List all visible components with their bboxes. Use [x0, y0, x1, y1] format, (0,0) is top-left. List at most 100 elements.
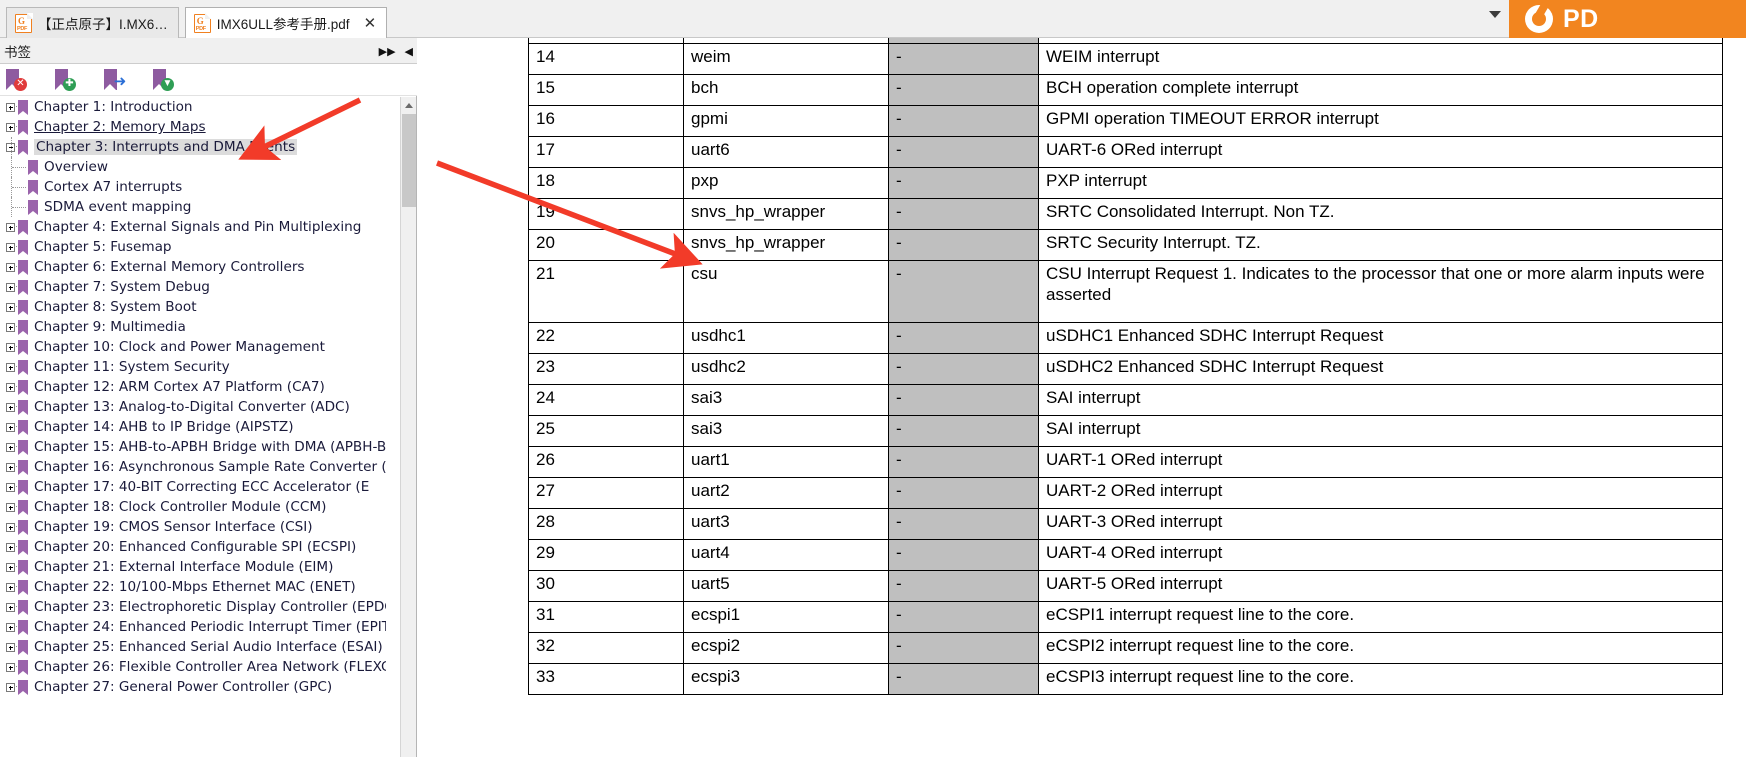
- expand-icon[interactable]: [3, 637, 19, 657]
- table-cell-dma: -: [888, 446, 1039, 478]
- bookmark-flag-icon: [18, 259, 28, 275]
- bookmark-item-26[interactable]: Chapter 24: Enhanced Periodic Interrupt …: [0, 617, 386, 637]
- table-cell-desc: WEIM interrupt: [1038, 43, 1723, 75]
- expand-icon[interactable]: [3, 597, 19, 617]
- expand-icon[interactable]: [3, 577, 19, 597]
- bookmark-item-29[interactable]: Chapter 27: General Power Controller (GP…: [0, 677, 386, 697]
- bookmark-flag-icon: [18, 119, 28, 135]
- bookmark-item-21[interactable]: Chapter 19: CMOS Sensor Interface (CSI): [0, 517, 386, 537]
- expand-icon[interactable]: [3, 117, 19, 137]
- bookmark-flag-icon: [18, 319, 28, 335]
- expand-icon[interactable]: [3, 497, 19, 517]
- bookmark-flag-icon: [18, 499, 28, 515]
- bookmark-flag-icon: [18, 639, 28, 655]
- bookmark-item-4[interactable]: Cortex A7 interrupts: [0, 177, 386, 197]
- expand-icon[interactable]: [3, 677, 19, 697]
- bookmark-item-14[interactable]: Chapter 12: ARM Cortex A7 Platform (CA7): [0, 377, 386, 397]
- table-cell-dma: -: [888, 229, 1039, 261]
- bookmark-item-16[interactable]: Chapter 14: AHB to IP Bridge (AIPSTZ): [0, 417, 386, 437]
- table-cell-irq: 25: [528, 415, 684, 447]
- expand-icon[interactable]: [3, 557, 19, 577]
- bookmark-item-18[interactable]: Chapter 16: Asynchronous Sample Rate Con…: [0, 457, 386, 477]
- bookmark-item-10[interactable]: Chapter 8: System Boot: [0, 297, 386, 317]
- expand-icon[interactable]: [3, 617, 19, 637]
- scrollbar-thumb[interactable]: [402, 114, 416, 207]
- expand-icon[interactable]: [3, 357, 19, 377]
- tree-guide-branch: [12, 167, 26, 168]
- expand-icon[interactable]: [3, 277, 19, 297]
- bookmark-item-25[interactable]: Chapter 23: Electrophoretic Display Cont…: [0, 597, 386, 617]
- expand-icon[interactable]: [3, 657, 19, 677]
- bookmark-item-12[interactable]: Chapter 10: Clock and Power Management: [0, 337, 386, 357]
- expand-icon[interactable]: [3, 457, 19, 477]
- bookmark-item-1[interactable]: Chapter 2: Memory Maps: [0, 117, 386, 137]
- table-row: 26 uart1- UART-1 ORed interrupt: [528, 446, 1723, 478]
- bookmark-item-15[interactable]: Chapter 13: Analog-to-Digital Converter …: [0, 397, 386, 417]
- table-cell-source: uart2: [683, 477, 889, 509]
- bookmark-item-label: Chapter 6: External Memory Controllers: [34, 259, 305, 275]
- bookmark-item-label: Chapter 22: 10/100-Mbps Ethernet MAC (EN…: [34, 579, 356, 595]
- bookmark-item-8[interactable]: Chapter 6: External Memory Controllers: [0, 257, 386, 277]
- bookmark-item-28[interactable]: Chapter 26: Flexible Controller Area Net…: [0, 657, 386, 677]
- bookmark-item-3[interactable]: Overview: [0, 157, 386, 177]
- expand-icon[interactable]: [3, 317, 19, 337]
- chevron-down-icon[interactable]: [1489, 11, 1501, 18]
- document-viewer[interactable]: 14 weim - WEIM interrupt 15 bch - BCH operation…: [418, 38, 1746, 757]
- expand-icon[interactable]: [3, 437, 19, 457]
- table-cell-desc: eCSPI1 interrupt request line to the cor…: [1038, 601, 1723, 633]
- bookmark-item-5[interactable]: SDMA event mapping: [0, 197, 386, 217]
- expand-icon[interactable]: [3, 397, 19, 417]
- expand-icon[interactable]: [3, 337, 19, 357]
- bookmark-item-22[interactable]: Chapter 20: Enhanced Configurable SPI (E…: [0, 537, 386, 557]
- tab-bar: G PDF 【正点原子】I.MX6… G PDF IMX6ULL参考手册.pdf ✕…: [0, 0, 1746, 38]
- bookmark-item-13[interactable]: Chapter 11: System Security: [0, 357, 386, 377]
- delete-bookmark-button[interactable]: ✕: [4, 68, 28, 92]
- tree-guide-branch: [12, 187, 26, 188]
- close-icon[interactable]: ✕: [364, 16, 377, 31]
- expand-panel-button[interactable]: ▶▶: [379, 46, 396, 57]
- bookmark-item-17[interactable]: Chapter 15: AHB-to-APBH Bridge with DMA …: [0, 437, 386, 457]
- table-cell-dma: -: [888, 198, 1039, 230]
- goto-bookmark-button[interactable]: ➜: [102, 68, 126, 92]
- scroll-up-icon[interactable]: [401, 97, 416, 113]
- bookmark-item-11[interactable]: Chapter 9: Multimedia: [0, 317, 386, 337]
- bookmark-item-label: Chapter 19: CMOS Sensor Interface (CSI): [34, 519, 313, 535]
- expand-icon[interactable]: [3, 537, 19, 557]
- table-row: 17 uart6- UART-6 ORed interrupt: [528, 136, 1723, 168]
- expand-icon[interactable]: [3, 417, 19, 437]
- table-row: 25 sai3- SAI interrupt: [528, 415, 1723, 447]
- expand-icon[interactable]: [3, 237, 19, 257]
- tab-0[interactable]: G PDF 【正点原子】I.MX6…: [6, 7, 179, 38]
- expand-icon[interactable]: [3, 477, 19, 497]
- expand-bookmarks-button[interactable]: ▼: [151, 68, 175, 92]
- bookmark-item-7[interactable]: Chapter 5: Fusemap: [0, 237, 386, 257]
- bookmark-item-19[interactable]: Chapter 17: 40-BIT Correcting ECC Accele…: [0, 477, 386, 497]
- bookmark-tree[interactable]: Chapter 1: Introduction Chapter 2: Memory…: [0, 97, 386, 757]
- table-cell-irq: 19: [528, 198, 684, 230]
- bookmark-item-24[interactable]: Chapter 22: 10/100-Mbps Ethernet MAC (EN…: [0, 577, 386, 597]
- table-cell-desc: UART-2 ORed interrupt: [1038, 477, 1723, 509]
- tab-1[interactable]: G PDF IMX6ULL参考手册.pdf ✕: [184, 7, 388, 38]
- expand-icon[interactable]: [3, 377, 19, 397]
- bookmark-item-9[interactable]: Chapter 7: System Debug: [0, 277, 386, 297]
- expand-icon[interactable]: [3, 257, 19, 277]
- add-bookmark-button[interactable]: ✚: [53, 68, 77, 92]
- collapse-panel-button[interactable]: ◀: [405, 46, 413, 57]
- table-row: 31 ecspi1- eCSPI1 interrupt request line t…: [528, 601, 1723, 633]
- table-cell-desc: uSDHC2 Enhanced SDHC Interrupt Request: [1038, 353, 1723, 385]
- table-row: 22 usdhc1- uSDHC1 Enhanced SDHC Interrupt …: [528, 322, 1723, 354]
- bookmark-item-6[interactable]: Chapter 4: External Signals and Pin Mult…: [0, 217, 386, 237]
- expand-icon[interactable]: [3, 297, 19, 317]
- bookmark-item-label: SDMA event mapping: [44, 199, 192, 215]
- expand-icon[interactable]: [3, 217, 19, 237]
- expand-icon[interactable]: [3, 517, 19, 537]
- bookmark-item-20[interactable]: Chapter 18: Clock Controller Module (CCM…: [0, 497, 386, 517]
- sidebar-scrollbar[interactable]: [400, 97, 416, 757]
- bookmark-item-0[interactable]: Chapter 1: Introduction: [0, 97, 386, 117]
- bookmark-flag-icon: [18, 359, 28, 375]
- bookmark-item-2[interactable]: Chapter 3: Interrupts and DMA Events: [0, 137, 386, 157]
- bookmark-item-23[interactable]: Chapter 21: External Interface Module (E…: [0, 557, 386, 577]
- bookmark-item-27[interactable]: Chapter 25: Enhanced Serial Audio Interf…: [0, 637, 386, 657]
- expand-icon[interactable]: [3, 97, 19, 117]
- bookmark-flag-icon: [18, 219, 28, 235]
